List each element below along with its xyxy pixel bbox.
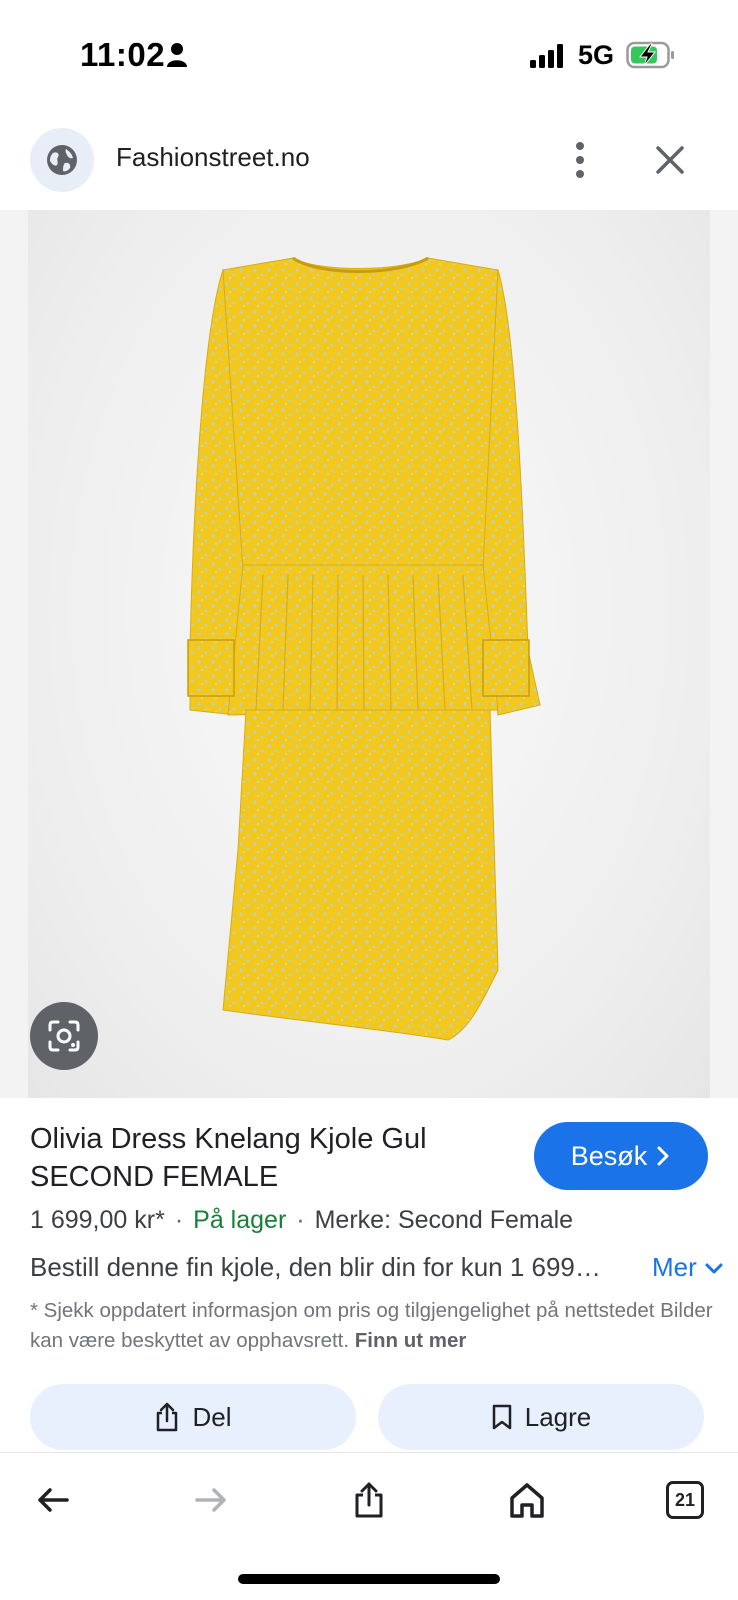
network-label: 5G bbox=[578, 40, 615, 70]
person-icon bbox=[167, 43, 187, 67]
close-icon[interactable] bbox=[650, 140, 690, 180]
site-title: Fashionstreet.no bbox=[116, 142, 310, 172]
share-button[interactable]: Del bbox=[30, 1384, 356, 1450]
share-label: Del bbox=[192, 1401, 232, 1432]
back-arrow-icon bbox=[38, 1488, 69, 1512]
image-viewer bbox=[0, 210, 738, 1098]
chevron-right-icon bbox=[657, 1146, 669, 1166]
product-meta: 1 699,00 kr* · På lager · Merke: Second Fema… bbox=[30, 1206, 573, 1235]
description-row: Bestill denne fin kjole, den blir din fo… bbox=[30, 1252, 723, 1283]
status-time: 11:02 bbox=[80, 36, 166, 73]
more-button[interactable]: Mer bbox=[652, 1252, 724, 1283]
more-vert-icon[interactable] bbox=[565, 138, 595, 182]
price: 1 699,00 kr* bbox=[30, 1206, 165, 1234]
tabs-icon: 21 bbox=[666, 1481, 704, 1519]
bookmark-icon bbox=[492, 1404, 511, 1430]
save-button[interactable]: Lagre bbox=[378, 1384, 704, 1450]
disclaimer: * Sjekk oppdatert informasjon om pris og… bbox=[30, 1296, 720, 1356]
status-bar: 11:02 5G bbox=[0, 0, 738, 110]
home-button[interactable] bbox=[502, 1475, 552, 1525]
forward-arrow-icon bbox=[195, 1488, 226, 1512]
product-title-line-2: SECOND FEMALE bbox=[30, 1161, 279, 1193]
site-favicon[interactable] bbox=[30, 128, 94, 192]
separator-dot: · bbox=[296, 1206, 305, 1234]
share-icon bbox=[157, 1402, 178, 1432]
share-page-button[interactable] bbox=[344, 1475, 394, 1525]
more-label: Mer bbox=[652, 1252, 697, 1282]
visit-label: Besøk bbox=[570, 1140, 648, 1171]
product-title[interactable]: Olivia Dress Knelang Kjole Gul SECOND FE… bbox=[30, 1120, 500, 1196]
home-icon bbox=[510, 1483, 544, 1518]
tabs-button[interactable]: 21 bbox=[660, 1475, 710, 1525]
description: Bestill denne fin kjole, den blir din fo… bbox=[30, 1252, 601, 1282]
lens-search-button[interactable] bbox=[30, 1002, 98, 1070]
stock-status: På lager bbox=[193, 1206, 287, 1234]
visit-button[interactable]: Besøk bbox=[534, 1122, 708, 1190]
lens-icon bbox=[48, 1020, 80, 1052]
learn-more-link[interactable]: Finn ut mer bbox=[355, 1329, 467, 1352]
home-indicator[interactable] bbox=[238, 1574, 500, 1584]
signal-icon bbox=[530, 44, 563, 68]
tab-header: Fashionstreet.no bbox=[0, 110, 738, 210]
chevron-down-icon bbox=[705, 1263, 723, 1274]
tab-count: 21 bbox=[674, 1489, 696, 1510]
forward-button[interactable] bbox=[186, 1475, 236, 1525]
share-icon bbox=[355, 1482, 383, 1518]
product-image[interactable] bbox=[28, 210, 710, 1098]
back-button[interactable] bbox=[28, 1475, 78, 1525]
separator-dot: · bbox=[174, 1206, 184, 1234]
globe-icon bbox=[47, 145, 77, 175]
brand: Merke: Second Female bbox=[314, 1206, 574, 1234]
battery-charging-icon bbox=[626, 41, 674, 69]
product-title-line-1: Olivia Dress Knelang Kjole Gul bbox=[30, 1123, 427, 1155]
save-label: Lagre bbox=[524, 1401, 592, 1432]
dress-illustration bbox=[187, 256, 541, 1041]
